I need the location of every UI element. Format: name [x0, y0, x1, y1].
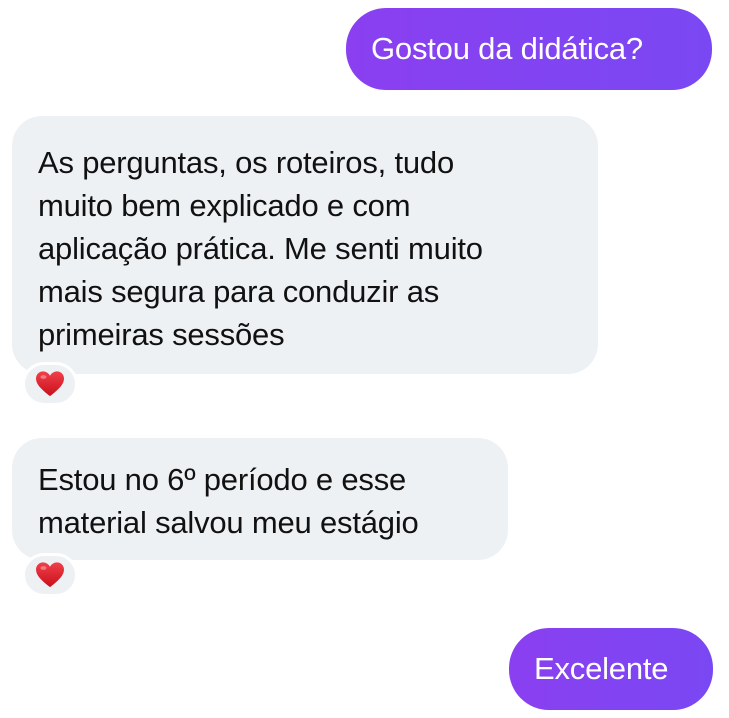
- message-line: aplicação prática. Me senti muito: [38, 231, 483, 266]
- message-line: As perguntas, os roteiros, tudo: [38, 145, 454, 180]
- message-line: primeiras sessões: [38, 317, 285, 352]
- incoming-message[interactable]: Estou no 6º período e esse material salv…: [12, 438, 508, 560]
- reaction-badge[interactable]: [22, 362, 78, 406]
- message-line: mais segura para conduzir as: [38, 274, 440, 309]
- message-line: muito bem explicado e com: [38, 188, 411, 223]
- outgoing-message[interactable]: Gostou da didática?: [346, 8, 712, 90]
- message-text: Excelente: [534, 651, 669, 686]
- reaction-badge[interactable]: [22, 553, 78, 597]
- heart-icon: [36, 562, 64, 588]
- message-line: material salvou meu estágio: [38, 505, 419, 540]
- heart-icon: [36, 371, 64, 397]
- message-line: Estou no 6º período e esse: [38, 462, 407, 497]
- outgoing-message[interactable]: Excelente: [509, 628, 713, 710]
- message-text: Gostou da didática?: [371, 31, 643, 66]
- incoming-message[interactable]: As perguntas, os roteiros, tudo muito be…: [12, 116, 598, 374]
